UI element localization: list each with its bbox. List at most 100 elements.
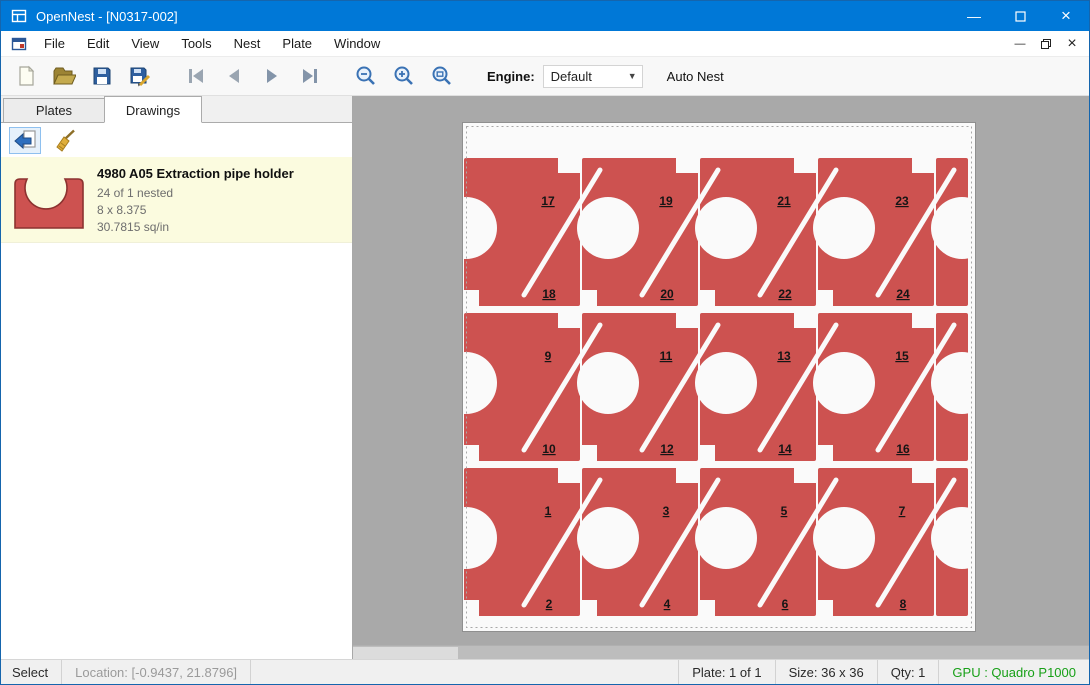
status-location: Location: [-0.9437, 21.8796] — [62, 665, 250, 680]
save-icon — [90, 64, 114, 88]
mdi-close-button[interactable]: × — [1059, 33, 1085, 55]
drawing-nested-count: 24 of 1 nested — [97, 185, 352, 202]
left-panel: Plates Drawings — [1, 96, 353, 659]
status-separator — [250, 660, 251, 684]
mdi-restore-icon — [1040, 38, 1052, 50]
status-plate: Plate: 1 of 1 — [679, 665, 774, 680]
svg-text:3: 3 — [663, 504, 670, 518]
new-file-icon — [14, 64, 38, 88]
svg-text:24: 24 — [896, 287, 910, 301]
app-window: OpenNest - [N0317-002] — × File Edit Vie… — [0, 0, 1090, 685]
status-mode: Select — [1, 665, 61, 680]
main-area: Plates Drawings — [1, 96, 1089, 659]
svg-text:8: 8 — [900, 597, 907, 611]
plate-svg: 171819202122232491011121314151612345678 — [462, 122, 976, 632]
save-button[interactable] — [85, 60, 119, 92]
last-plate-button[interactable] — [293, 60, 327, 92]
save-edit-button[interactable] — [123, 60, 157, 92]
open-button[interactable] — [47, 60, 81, 92]
maximize-button[interactable] — [997, 1, 1043, 31]
svg-text:9: 9 — [545, 349, 552, 363]
svg-text:11: 11 — [660, 349, 673, 363]
svg-text:12: 12 — [660, 442, 674, 456]
plate[interactable]: 171819202122232491011121314151612345678 — [462, 122, 976, 632]
zoom-fit-icon — [430, 64, 454, 88]
svg-text:17: 17 — [541, 194, 555, 208]
previous-icon — [222, 64, 246, 88]
import-drawing-icon — [13, 128, 37, 152]
import-drawing-button[interactable] — [9, 127, 41, 154]
mdi-child-icon[interactable] — [11, 36, 27, 52]
menu-bar: File Edit View Tools Nest Plate Window —… — [1, 31, 1089, 57]
titlebar: OpenNest - [N0317-002] — × — [1, 1, 1089, 31]
clear-drawings-button[interactable] — [49, 127, 81, 154]
svg-text:14: 14 — [778, 442, 792, 456]
first-icon — [184, 64, 208, 88]
svg-text:23: 23 — [895, 194, 909, 208]
maximize-icon — [1015, 11, 1026, 22]
drawing-info: 4980 A05 Extraction pipe holder 24 of 1 … — [97, 164, 352, 236]
drawing-list-item[interactable]: 4980 A05 Extraction pipe holder 24 of 1 … — [1, 157, 352, 243]
tab-plates[interactable]: Plates — [3, 98, 105, 122]
status-qty: Qty: 1 — [878, 665, 939, 680]
drawings-list: 4980 A05 Extraction pipe holder 24 of 1 … — [1, 157, 352, 659]
close-button[interactable]: × — [1043, 1, 1089, 31]
window-title: OpenNest - [N0317-002] — [36, 9, 951, 24]
drawing-size: 8 x 8.375 — [97, 202, 352, 219]
menu-tools[interactable]: Tools — [170, 32, 222, 55]
zoom-out-icon — [354, 64, 378, 88]
menu-file[interactable]: File — [33, 32, 76, 55]
svg-text:10: 10 — [542, 442, 556, 456]
horizontal-scrollbar[interactable] — [353, 645, 1089, 659]
engine-select[interactable]: Default ▼ — [543, 65, 643, 88]
drawings-toolbar — [1, 123, 352, 157]
svg-text:19: 19 — [659, 194, 673, 208]
svg-text:20: 20 — [660, 287, 674, 301]
save-edit-icon — [128, 64, 152, 88]
broom-icon — [53, 128, 77, 152]
main-toolbar: Engine: Default ▼ Auto Nest — [1, 57, 1089, 96]
svg-text:18: 18 — [542, 287, 556, 301]
dropdown-arrow-icon: ▼ — [628, 71, 642, 81]
engine-label: Engine: — [487, 69, 535, 84]
svg-text:13: 13 — [777, 349, 791, 363]
last-icon — [298, 64, 322, 88]
zoom-out-button[interactable] — [349, 60, 383, 92]
next-icon — [260, 64, 284, 88]
menu-window[interactable]: Window — [323, 32, 391, 55]
first-plate-button[interactable] — [179, 60, 213, 92]
next-plate-button[interactable] — [255, 60, 289, 92]
nest-canvas[interactable]: 171819202122232491011121314151612345678 — [353, 96, 1089, 659]
svg-text:2: 2 — [546, 597, 553, 611]
horizontal-scrollbar-thumb[interactable] — [353, 647, 458, 659]
status-size: Size: 36 x 36 — [776, 665, 877, 680]
svg-text:7: 7 — [899, 504, 906, 518]
minimize-button[interactable]: — — [951, 1, 997, 31]
svg-text:5: 5 — [781, 504, 788, 518]
status-bar: Select Location: [-0.9437, 21.8796] Plat… — [1, 659, 1089, 684]
menu-edit[interactable]: Edit — [76, 32, 120, 55]
new-button[interactable] — [9, 60, 43, 92]
menu-plate[interactable]: Plate — [271, 32, 323, 55]
auto-nest-button[interactable]: Auto Nest — [667, 69, 724, 84]
zoom-in-button[interactable] — [387, 60, 421, 92]
svg-text:1: 1 — [545, 504, 552, 518]
svg-text:15: 15 — [895, 349, 909, 363]
drawing-title: 4980 A05 Extraction pipe holder — [97, 166, 352, 181]
svg-text:22: 22 — [778, 287, 792, 301]
menu-view[interactable]: View — [120, 32, 170, 55]
tab-drawings[interactable]: Drawings — [104, 96, 202, 123]
svg-text:21: 21 — [777, 194, 791, 208]
svg-text:6: 6 — [782, 597, 789, 611]
drawing-area: 30.7815 sq/in — [97, 219, 352, 236]
drawing-thumbnail — [1, 169, 97, 231]
zoom-fit-button[interactable] — [425, 60, 459, 92]
tab-strip: Plates Drawings — [1, 96, 352, 123]
app-icon — [11, 8, 27, 24]
previous-plate-button[interactable] — [217, 60, 251, 92]
mdi-minimize-button[interactable]: — — [1007, 33, 1033, 55]
menu-nest[interactable]: Nest — [223, 32, 272, 55]
svg-text:16: 16 — [896, 442, 910, 456]
status-gpu: GPU : Quadro P1000 — [939, 665, 1089, 680]
mdi-restore-button[interactable] — [1033, 33, 1059, 55]
